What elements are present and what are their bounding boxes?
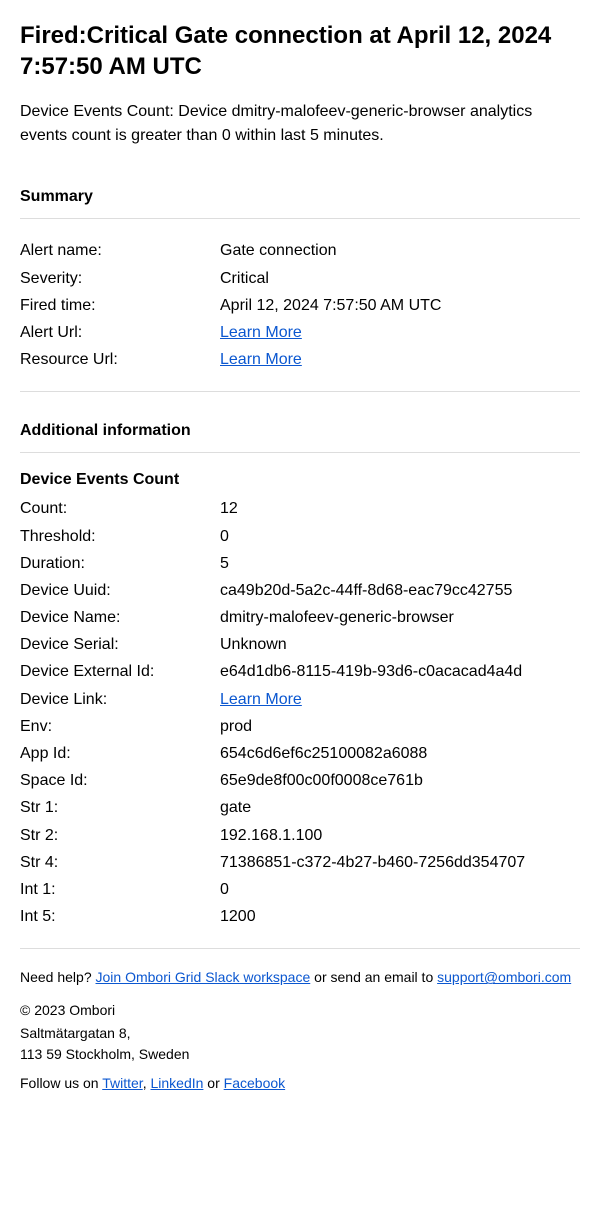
table-row: Str 1:gate (20, 794, 580, 821)
table-row: App Id:654c6d6ef6c25100082a6088 (20, 740, 580, 767)
facebook-link[interactable]: Facebook (224, 1075, 285, 1091)
row-label: Str 1: (20, 794, 220, 821)
table-row: Int 5:1200 (20, 903, 580, 930)
row-label: Device Serial: (20, 631, 220, 658)
row-label: Str 2: (20, 822, 220, 849)
table-row: Alert Url:Learn More (20, 319, 580, 346)
row-label: App Id: (20, 740, 220, 767)
row-value: ca49b20d-5a2c-44ff-8d68-eac79cc42755 (220, 577, 580, 604)
row-value: April 12, 2024 7:57:50 AM UTC (220, 292, 580, 319)
row-label: Device Uuid: (20, 577, 220, 604)
table-row: Threshold:0 (20, 523, 580, 550)
follow-sep: or (203, 1075, 223, 1091)
row-label: Device Name: (20, 604, 220, 631)
row-label: Fired time: (20, 292, 220, 319)
divider (20, 218, 580, 219)
table-row: Str 4:71386851-c372-4b27-b460-7256dd3547… (20, 849, 580, 876)
row-label: Device Link: (20, 686, 220, 713)
follow-prefix: Follow us on (20, 1075, 102, 1091)
support-email-link[interactable]: support@ombori.com (437, 969, 571, 985)
additional-table: Count:12Threshold:0Duration:5Device Uuid… (20, 495, 580, 930)
row-value: dmitry-malofeev-generic-browser (220, 604, 580, 631)
row-label: Count: (20, 495, 220, 522)
page-title: Fired:Critical Gate connection at April … (20, 20, 580, 82)
table-row: Int 1:0 (20, 876, 580, 903)
slack-link[interactable]: Join Ombori Grid Slack workspace (96, 969, 311, 985)
linkedin-link[interactable]: LinkedIn (150, 1075, 203, 1091)
row-label: Alert name: (20, 237, 220, 264)
row-value: 71386851-c372-4b27-b460-7256dd354707 (220, 849, 580, 876)
row-label: Space Id: (20, 767, 220, 794)
row-label: Severity: (20, 265, 220, 292)
row-value: e64d1db6-8115-419b-93d6-c0acacad4a4d (220, 658, 580, 685)
table-row: Device Link:Learn More (20, 686, 580, 713)
table-row: Env:prod (20, 713, 580, 740)
row-value: 0 (220, 876, 580, 903)
table-row: Str 2:192.168.1.100 (20, 822, 580, 849)
row-value: prod (220, 713, 580, 740)
row-value: Unknown (220, 631, 580, 658)
row-label: Resource Url: (20, 346, 220, 373)
row-value: 1200 (220, 903, 580, 930)
row-label: Alert Url: (20, 319, 220, 346)
table-row: Device Serial:Unknown (20, 631, 580, 658)
table-row: Device Name:dmitry-malofeev-generic-brow… (20, 604, 580, 631)
row-value: 5 (220, 550, 580, 577)
row-label: Env: (20, 713, 220, 740)
divider (20, 452, 580, 453)
row-label: Duration: (20, 550, 220, 577)
row-value: 12 (220, 495, 580, 522)
table-row: Count:12 (20, 495, 580, 522)
table-row: Resource Url:Learn More (20, 346, 580, 373)
address-line1: Saltmätargatan 8, (20, 1025, 131, 1041)
address: Saltmätargatan 8, 113 59 Stockholm, Swed… (20, 1023, 580, 1065)
follow-line: Follow us on Twitter, LinkedIn or Facebo… (20, 1073, 580, 1094)
row-value: 192.168.1.100 (220, 822, 580, 849)
copyright: © 2023 Ombori (20, 1000, 580, 1021)
row-label: Int 5: (20, 903, 220, 930)
lead-paragraph: Device Events Count: Device dmitry-malof… (20, 100, 580, 148)
table-row: Fired time:April 12, 2024 7:57:50 AM UTC (20, 292, 580, 319)
row-value: gate (220, 794, 580, 821)
row-value: 0 (220, 523, 580, 550)
divider (20, 948, 580, 949)
summary-table: Alert name:Gate connectionSeverity:Criti… (20, 237, 580, 373)
table-row: Space Id:65e9de8f00c00f0008ce761b (20, 767, 580, 794)
row-label: Str 4: (20, 849, 220, 876)
row-value: 65e9de8f00c00f0008ce761b (220, 767, 580, 794)
row-label: Int 1: (20, 876, 220, 903)
additional-subheading: Device Events Count (20, 471, 580, 489)
address-line2: 113 59 Stockholm, Sweden (20, 1046, 189, 1062)
learn-more-link[interactable]: Learn More (220, 351, 302, 368)
table-row: Device External Id:e64d1db6-8115-419b-93… (20, 658, 580, 685)
learn-more-link[interactable]: Learn More (220, 691, 302, 708)
summary-heading: Summary (20, 188, 580, 206)
help-prefix: Need help? (20, 969, 96, 985)
help-middle: or send an email to (310, 969, 437, 985)
twitter-link[interactable]: Twitter (102, 1075, 142, 1091)
table-row: Duration:5 (20, 550, 580, 577)
help-line: Need help? Join Ombori Grid Slack worksp… (20, 967, 580, 988)
row-label: Device External Id: (20, 658, 220, 685)
additional-heading: Additional information (20, 422, 580, 440)
divider (20, 391, 580, 392)
row-value: Learn More (220, 319, 580, 346)
row-label: Threshold: (20, 523, 220, 550)
row-value: Gate connection (220, 237, 580, 264)
table-row: Severity:Critical (20, 265, 580, 292)
row-value: Critical (220, 265, 580, 292)
learn-more-link[interactable]: Learn More (220, 324, 302, 341)
table-row: Device Uuid:ca49b20d-5a2c-44ff-8d68-eac7… (20, 577, 580, 604)
row-value: 654c6d6ef6c25100082a6088 (220, 740, 580, 767)
row-value: Learn More (220, 686, 580, 713)
row-value: Learn More (220, 346, 580, 373)
table-row: Alert name:Gate connection (20, 237, 580, 264)
